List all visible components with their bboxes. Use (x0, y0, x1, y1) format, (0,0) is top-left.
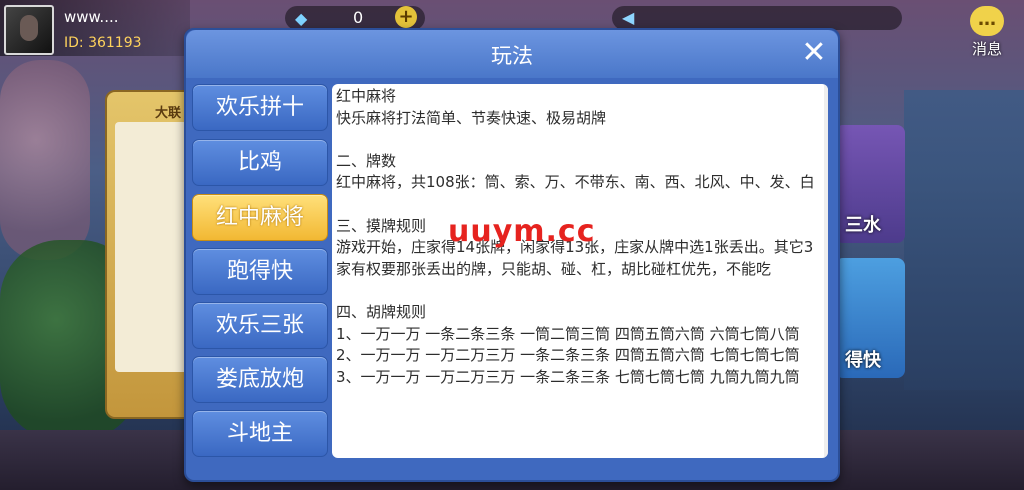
tab-huanle-sanzhang[interactable]: 欢乐三张 (192, 302, 328, 349)
game-card-top-label: 三水 (845, 215, 881, 236)
room-card-body (115, 122, 189, 372)
rules-content[interactable]: 红中麻将 快乐麻将打法简单、节奏快速、极易胡牌 二、牌数 红中麻将，共108张：… (332, 84, 828, 458)
dialog-header: 玩法 ✕ (186, 30, 838, 78)
rules-dialog: 玩法 ✕ 欢乐拼十 比鸡 红中麻将 跑得快 欢乐三张 娄底放炮 斗地主 红中麻将… (184, 28, 840, 482)
tab-doudizhu[interactable]: 斗地主 (192, 410, 328, 457)
speaker-icon: ◀ (622, 8, 635, 27)
chat-bubble-icon: … (970, 6, 1004, 36)
avatar[interactable] (4, 5, 54, 55)
background-tree-pink (0, 60, 90, 260)
tab-loudi-fangpao[interactable]: 娄底放炮 (192, 356, 328, 403)
diamond-icon: ◆ (295, 9, 308, 28)
game-card-top[interactable]: 三水 (835, 125, 905, 243)
tab-paodekuai[interactable]: 跑得快 (192, 248, 328, 295)
tab-biji[interactable]: 比鸡 (192, 139, 328, 186)
background-building (904, 90, 1024, 390)
tab-huanle-pinshi[interactable]: 欢乐拼十 (192, 84, 328, 131)
diamond-count: 0 (353, 8, 364, 27)
rules-win: 四、胡牌规则 1、一万一万 一条二条三条 一筒二筒三筒 四筒五筒六筒 六筒七筒八… (336, 302, 800, 386)
announcement-bar: ◀ (612, 6, 902, 30)
watermark: uuym.cc (448, 214, 596, 249)
close-button[interactable]: ✕ (798, 38, 830, 70)
game-card-bottom-label: 得快 (845, 350, 881, 371)
rules-tile-count: 二、牌数 红中麻将，共108张：筒、索、万、不带东、南、西、北风、中、发、白 (336, 151, 815, 192)
tab-hongzhong-majiang[interactable]: 红中麻将 (192, 194, 328, 241)
diamond-balance: ◆ 0 + (285, 6, 425, 30)
user-id: ID: 361193 (64, 35, 142, 51)
room-card-tag: 大联 (155, 106, 182, 121)
rules-intro: 红中麻将 快乐麻将打法简单、节奏快速、极易胡牌 (336, 87, 607, 127)
game-card-bottom[interactable]: 得快 (835, 258, 905, 378)
user-info-panel: www.... ID: 361193 (0, 0, 190, 56)
message-button[interactable]: … 消息 (964, 6, 1010, 58)
username: www.... (64, 8, 119, 26)
add-diamond-button[interactable]: + (395, 6, 417, 28)
content-scrollbar[interactable] (824, 84, 828, 458)
message-label: 消息 (971, 40, 1002, 58)
dialog-title: 玩法 (491, 44, 533, 68)
